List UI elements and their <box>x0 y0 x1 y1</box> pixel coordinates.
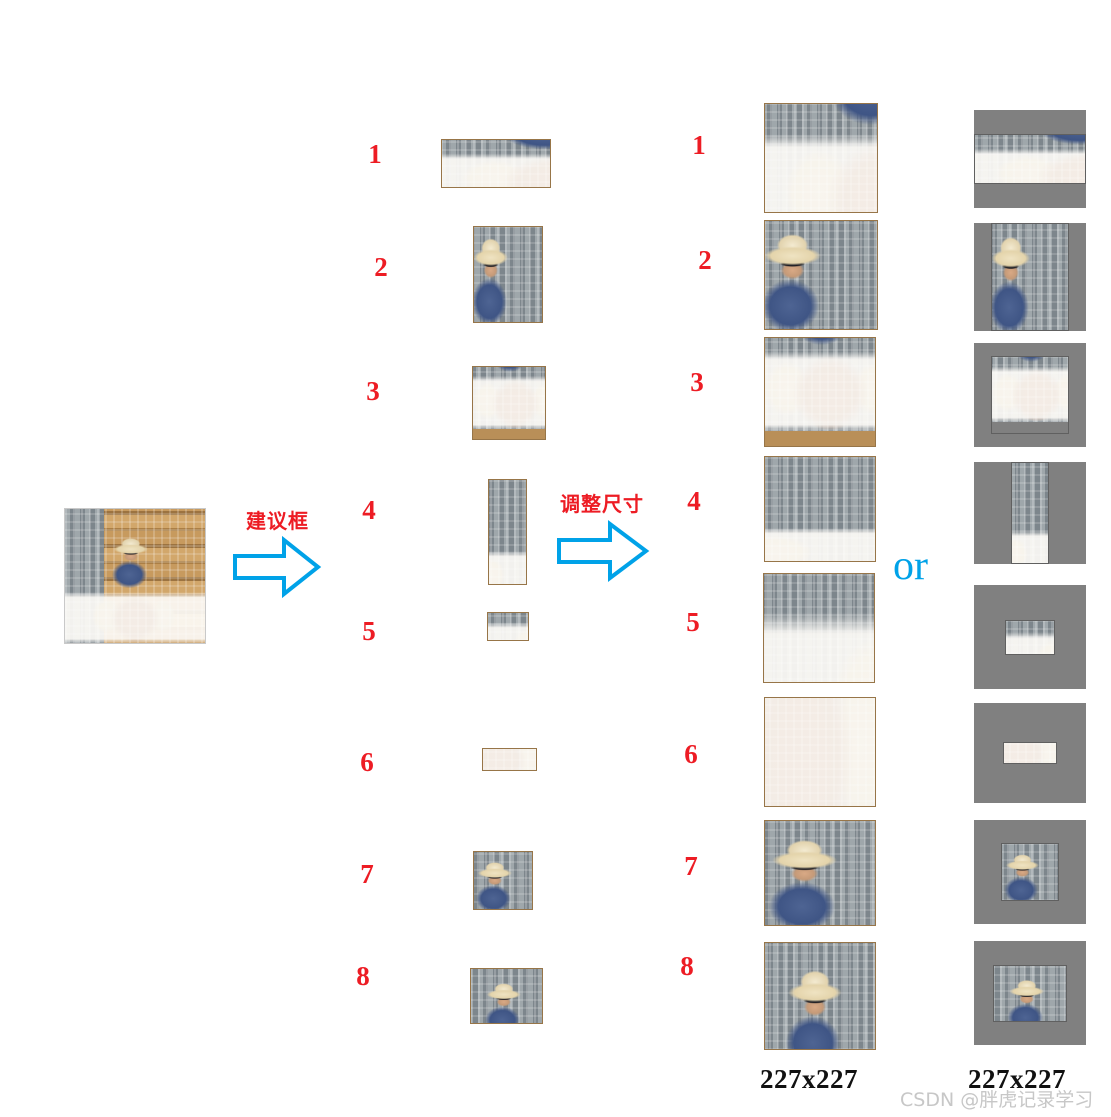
warped-index-1: 1 <box>692 130 706 160</box>
csdn-watermark: CSDN @胖虎记录学习 <box>900 1089 1094 1111</box>
padded-image-5 <box>974 585 1086 689</box>
warped-image-6 <box>764 697 876 807</box>
warped-image-8 <box>764 942 876 1050</box>
stage-label-resize: 调整尺寸 <box>560 492 644 516</box>
warped-image-5 <box>763 573 875 683</box>
proposal-crop-2 <box>473 226 543 323</box>
proposal-crop-6 <box>482 748 537 771</box>
warped-index-8: 8 <box>680 951 694 981</box>
proposal-index-7: 7 <box>360 859 374 889</box>
warped-index-3: 3 <box>690 367 704 397</box>
arrow-resize-icon <box>557 520 650 582</box>
padded-image-4 <box>974 462 1086 564</box>
proposal-index-5: 5 <box>362 616 376 646</box>
warped-index-4: 4 <box>687 486 701 516</box>
or-connector-label: or <box>893 543 928 589</box>
proposal-crop-1 <box>441 139 551 188</box>
warped-image-7 <box>764 820 876 926</box>
warped-index-6: 6 <box>684 739 698 769</box>
proposal-index-6: 6 <box>360 747 374 777</box>
padded-image-2 <box>974 223 1086 331</box>
stage-label-region-proposal: 建议框 <box>246 509 309 533</box>
proposal-index-8: 8 <box>356 961 370 991</box>
proposal-crop-5 <box>487 612 529 641</box>
warped-index-5: 5 <box>686 607 700 637</box>
warped-image-2 <box>764 220 878 330</box>
size-caption-warped: 227x227 <box>760 1064 858 1094</box>
proposal-index-1: 1 <box>368 139 382 169</box>
source-image <box>64 508 206 644</box>
proposal-index-2: 2 <box>374 252 388 282</box>
source-image-content <box>65 509 205 643</box>
warped-image-4 <box>764 456 876 562</box>
padded-image-1 <box>974 110 1086 208</box>
arrow-region-proposal-icon <box>233 535 322 599</box>
proposal-crop-4 <box>488 479 527 585</box>
warped-index-2: 2 <box>698 245 712 275</box>
proposal-index-4: 4 <box>362 495 376 525</box>
proposal-crop-7 <box>473 851 533 910</box>
warped-image-1 <box>764 103 878 213</box>
diagram-canvas: 建议框 调整尺寸 or 1 2 3 4 5 6 7 8 1 2 3 4 5 6 … <box>0 0 1111 1117</box>
padded-image-7 <box>974 820 1086 924</box>
padded-image-8 <box>974 941 1086 1045</box>
warped-index-7: 7 <box>684 851 698 881</box>
proposal-index-3: 3 <box>366 376 380 406</box>
proposal-crop-8 <box>470 968 543 1024</box>
padded-image-3 <box>974 343 1086 447</box>
padded-image-6 <box>974 703 1086 803</box>
warped-image-3 <box>764 337 876 447</box>
proposal-crop-3 <box>472 366 546 440</box>
